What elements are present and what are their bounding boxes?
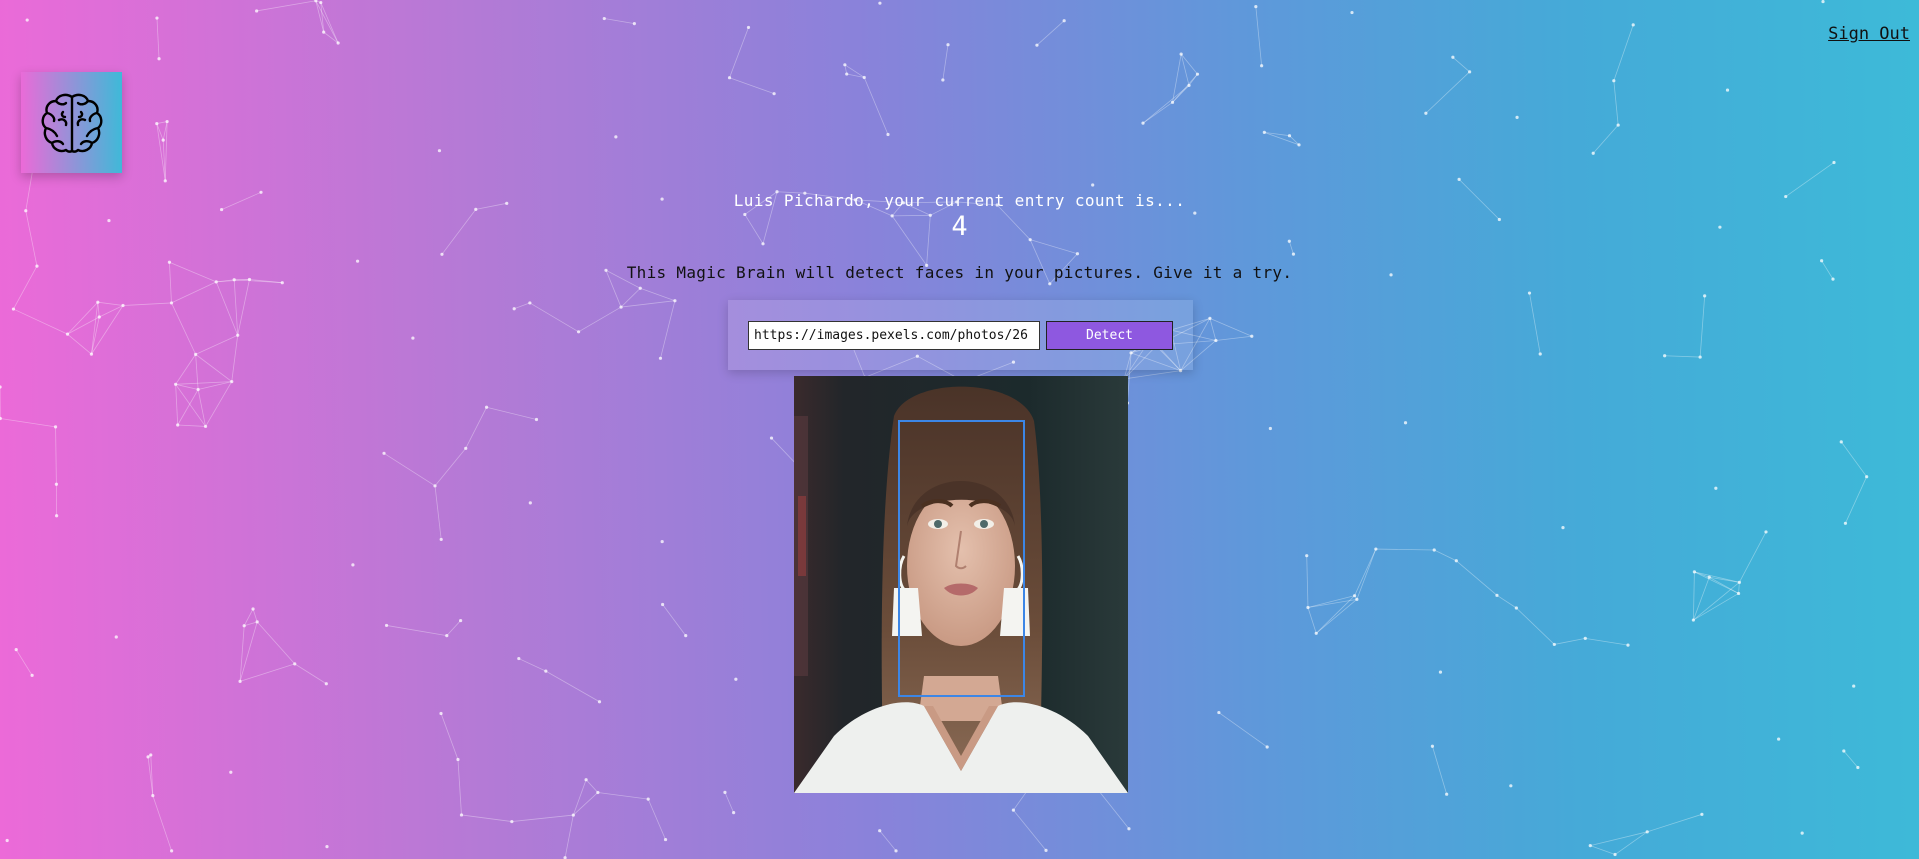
app-description: This Magic Brain will detect faces in yo… [626, 263, 1293, 282]
detect-button[interactable]: Detect [1046, 321, 1173, 350]
face-bounding-box [898, 420, 1025, 697]
entry-count-greeting: Luis Pichardo, your current entry count … [733, 191, 1186, 210]
face-recognition-image [794, 376, 1128, 793]
logo [21, 72, 122, 173]
image-url-input[interactable] [748, 321, 1040, 350]
brain-icon [41, 93, 102, 153]
image-link-form: Detect [728, 300, 1193, 370]
entry-count: 4 [951, 211, 968, 242]
sign-out-link[interactable]: Sign Out [1828, 24, 1910, 44]
